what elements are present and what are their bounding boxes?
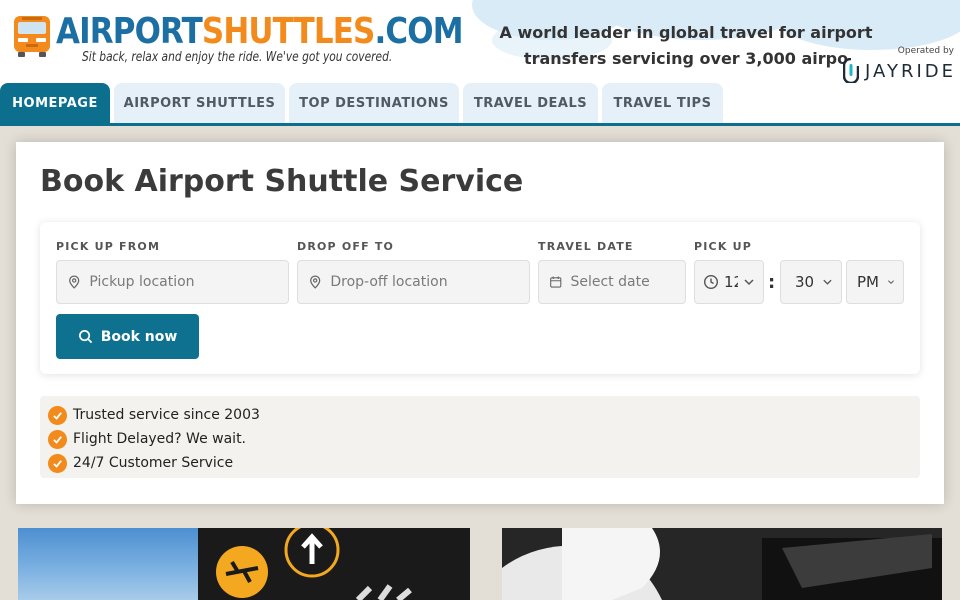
minute-select[interactable]: 30 bbox=[780, 260, 842, 304]
chauffeur-illustration bbox=[502, 528, 942, 600]
chevron-down-icon bbox=[887, 280, 895, 285]
tab-top-destinations[interactable]: TOP DESTINATIONS bbox=[289, 83, 459, 123]
travel-date-label: TRAVEL DATE bbox=[538, 240, 634, 253]
chevron-down-icon bbox=[823, 279, 832, 285]
chevron-down-icon bbox=[744, 279, 754, 286]
hour-value: 12 bbox=[724, 273, 738, 291]
check-icon bbox=[48, 405, 67, 425]
tab-travel-deals[interactable]: TRAVEL DEALS bbox=[463, 83, 598, 123]
shuttle-bus-icon bbox=[14, 16, 50, 57]
book-now-label: Book now bbox=[100, 328, 178, 345]
minute-value: 30 bbox=[795, 273, 815, 291]
list-item: Trusted service since 2003 bbox=[48, 404, 260, 426]
search-icon bbox=[78, 330, 92, 344]
airport-sign-photo[interactable] bbox=[18, 528, 470, 600]
feature-text: 24/7 Customer Service bbox=[73, 455, 234, 471]
pickup-label: PICK UP FROM bbox=[56, 240, 161, 253]
jayride-mark-icon bbox=[843, 58, 860, 83]
book-now-button[interactable]: Book now bbox=[56, 314, 199, 359]
feature-text: Flight Delayed? We wait. bbox=[73, 431, 247, 447]
tab-homepage[interactable]: HOMEPAGE bbox=[0, 83, 110, 123]
site-logo[interactable]: AIRPORTSHUTTLES.COM Sit back, relax and … bbox=[10, 8, 464, 68]
travel-date-field[interactable] bbox=[538, 260, 686, 304]
main-nav: HOMEPAGE AIRPORT SHUTTLES TOP DESTINATIO… bbox=[0, 83, 960, 126]
site-header: AIRPORTSHUTTLES.COM Sit back, relax and … bbox=[0, 0, 960, 83]
booking-card: Book Airport Shuttle Service PICK UP FRO… bbox=[16, 142, 944, 504]
dropoff-field[interactable] bbox=[297, 260, 530, 304]
header-headline: A world leader in global travel for airp… bbox=[499, 23, 873, 68]
pickup-field[interactable] bbox=[56, 260, 289, 304]
travel-date-input[interactable] bbox=[570, 274, 685, 290]
calendar-icon bbox=[550, 276, 562, 288]
booking-title: Book Airport Shuttle Service bbox=[40, 164, 524, 199]
tab-travel-tips[interactable]: TRAVEL TIPS bbox=[602, 83, 723, 123]
operated-by-label: Operated by bbox=[897, 46, 954, 56]
time-separator: : bbox=[768, 272, 776, 293]
features-list: Trusted service since 2003 Flight Delaye… bbox=[40, 396, 920, 478]
location-pin-icon bbox=[69, 275, 80, 289]
pickup-time-label: PICK UP bbox=[694, 240, 752, 253]
logo-tagline: Sit back, relax and enjoy the ride. We'v… bbox=[82, 50, 393, 65]
logo-wordmark: AIRPORTSHUTTLES.COM bbox=[56, 11, 464, 52]
tab-airport-shuttles[interactable]: AIRPORT SHUTTLES bbox=[114, 83, 285, 123]
jayride-logo[interactable]: JAYRIDE bbox=[843, 58, 956, 83]
clock-icon bbox=[703, 274, 719, 290]
meridiem-select[interactable]: PM bbox=[846, 260, 904, 304]
jayride-wordmark: JAYRIDE bbox=[865, 60, 956, 82]
list-item: Flight Delayed? We wait. bbox=[48, 428, 246, 450]
meridiem-value: PM bbox=[857, 273, 879, 291]
dropoff-label: DROP OFF TO bbox=[297, 240, 395, 253]
hour-select[interactable]: 12 bbox=[694, 260, 764, 304]
dropoff-input[interactable] bbox=[330, 274, 529, 290]
check-icon bbox=[48, 453, 67, 473]
feature-text: Trusted service since 2003 bbox=[73, 407, 260, 423]
check-icon bbox=[48, 429, 67, 449]
pickup-input[interactable] bbox=[89, 274, 288, 290]
airport-sign-illustration bbox=[198, 528, 470, 600]
location-pin-icon bbox=[310, 275, 321, 289]
list-item: 24/7 Customer Service bbox=[48, 452, 233, 474]
booking-form: PICK UP FROM DROP OFF TO TRAVEL DATE bbox=[40, 222, 920, 374]
chauffeur-photo[interactable] bbox=[502, 528, 942, 600]
